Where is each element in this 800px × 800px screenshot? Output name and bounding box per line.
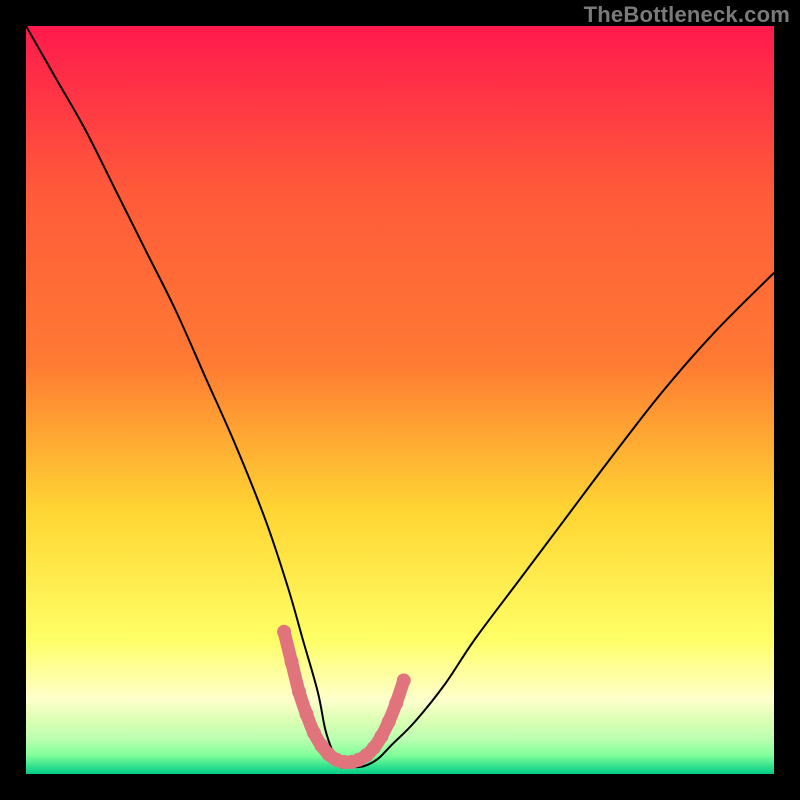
gradient-background xyxy=(26,26,774,774)
highlight-dot xyxy=(285,655,299,669)
highlight-dot xyxy=(307,726,321,740)
highlight-dot xyxy=(397,674,411,688)
highlight-dot xyxy=(382,715,396,729)
plot-area xyxy=(26,26,774,774)
highlight-dot xyxy=(292,685,306,699)
highlight-dot xyxy=(277,625,291,639)
highlight-dot xyxy=(374,730,388,744)
chart-frame: TheBottleneck.com xyxy=(0,0,800,800)
watermark-text: TheBottleneck.com xyxy=(584,2,790,28)
chart-svg xyxy=(26,26,774,774)
highlight-dot xyxy=(389,696,403,710)
highlight-dot xyxy=(300,707,314,721)
